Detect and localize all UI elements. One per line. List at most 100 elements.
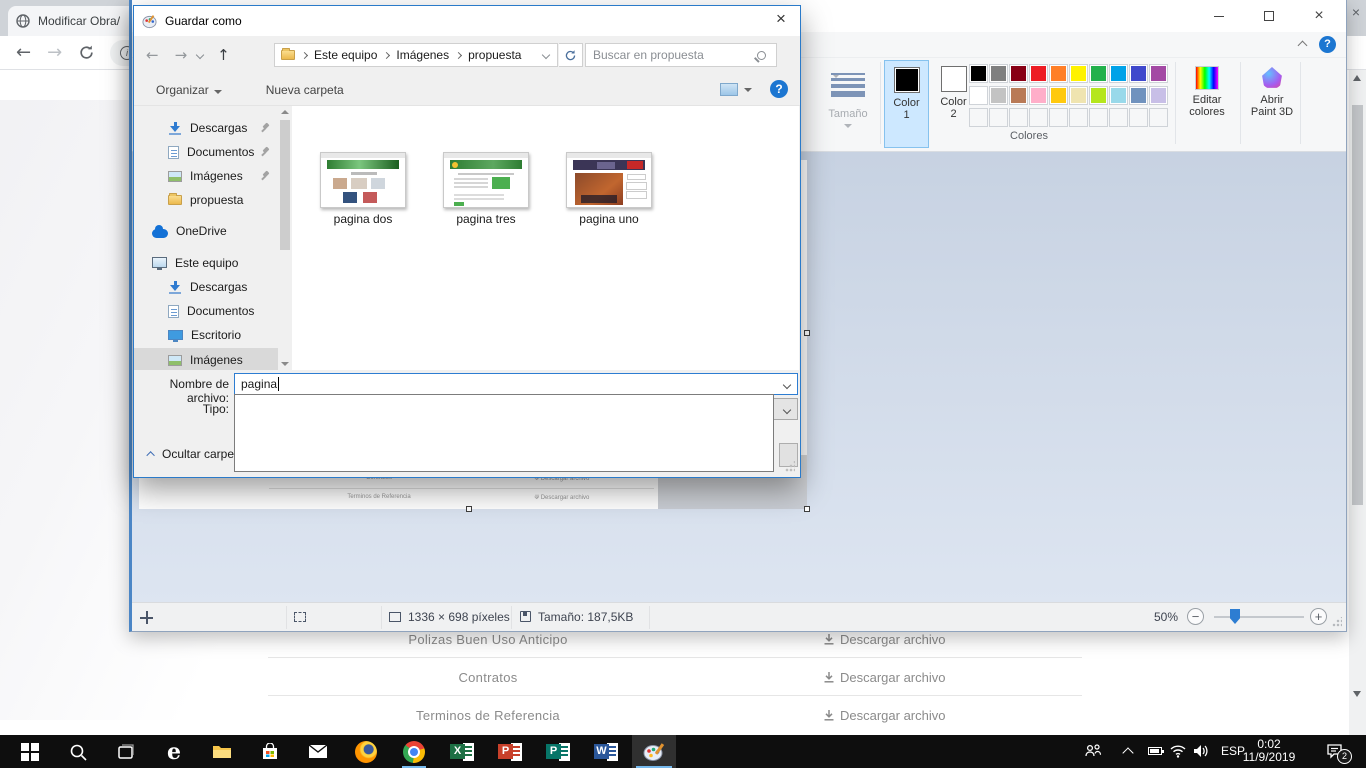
minimize-button[interactable] [1196, 0, 1242, 32]
breadcrumb-item[interactable]: Este equipo [314, 48, 377, 62]
paint-help-icon[interactable]: ? [1319, 36, 1336, 53]
filename-input[interactable]: pagina [234, 373, 798, 395]
zoom-in-button[interactable]: + [1310, 608, 1327, 625]
palette-swatch[interactable] [1089, 86, 1108, 105]
sidebar-item-propuesta[interactable]: propuesta [134, 188, 278, 212]
scrollbar-thumb[interactable] [280, 120, 290, 250]
edit-colors-button[interactable]: Editar colores [1178, 60, 1236, 148]
download-link[interactable]: Descargar archivo [823, 696, 946, 734]
palette-swatch[interactable] [969, 64, 988, 83]
window-resize-grip[interactable] [1332, 617, 1342, 627]
palette-swatch[interactable] [1029, 86, 1048, 105]
open-paint3d-button[interactable]: Abrir Paint 3D [1243, 60, 1301, 148]
palette-swatch[interactable] [989, 64, 1008, 83]
palette-swatch[interactable] [1049, 64, 1068, 83]
taskbar-button-excel[interactable]: X [440, 735, 484, 768]
taskbar-button-file-explorer[interactable] [200, 735, 244, 768]
breadcrumb-item[interactable]: Imágenes [396, 48, 449, 62]
taskbar-button-powerpoint[interactable]: P [488, 735, 532, 768]
taskbar-button-publisher[interactable]: P [536, 735, 580, 768]
palette-swatch[interactable] [1029, 64, 1048, 83]
palette-swatch[interactable] [1149, 86, 1168, 105]
search-input[interactable]: Buscar en propuesta [585, 43, 777, 67]
taskbar-button-edge[interactable]: e [152, 735, 196, 768]
canvas-resize-handle-corner[interactable] [804, 506, 810, 512]
palette-swatch-empty[interactable] [1149, 108, 1168, 127]
sidebar-scrollbar[interactable] [278, 106, 292, 370]
taskbar-button-firefox[interactable] [344, 735, 388, 768]
organize-button[interactable]: Organizar [156, 83, 222, 97]
palette-swatch[interactable] [1009, 64, 1028, 83]
taskbar-button-mail[interactable] [296, 735, 340, 768]
clock[interactable]: 0:02 11/9/2019 [1234, 738, 1304, 764]
palette-swatch-empty[interactable] [1009, 108, 1028, 127]
tray-expand-icon[interactable] [1122, 747, 1133, 758]
breadcrumb-item[interactable]: propuesta [468, 48, 521, 62]
maximize-button[interactable] [1246, 0, 1292, 32]
download-link[interactable]: Descargar archivo [823, 658, 946, 696]
sidebar-item-imágenes[interactable]: Imágenes [134, 164, 278, 188]
file-item[interactable]: pagina uno [563, 152, 655, 226]
taskbar-button-word[interactable]: W [584, 735, 628, 768]
close-button[interactable]: × [1296, 0, 1342, 32]
sidebar-item-imágenes[interactable]: Imágenes [134, 348, 278, 370]
filename-dropdown-icon[interactable] [783, 381, 791, 389]
taskbar-button-start[interactable] [8, 735, 52, 768]
file-item[interactable]: pagina tres [440, 152, 532, 226]
taskbar-button-task-view[interactable] [104, 735, 148, 768]
refresh-button[interactable] [559, 43, 583, 67]
taskbar-button-store[interactable] [248, 735, 292, 768]
browser-reload-icon[interactable] [78, 44, 95, 61]
breadcrumb[interactable]: Este equipo Imágenes propuesta [274, 43, 558, 67]
scrollbar-thumb[interactable] [1352, 105, 1363, 505]
palette-swatch[interactable] [1109, 64, 1128, 83]
up-icon[interactable]: ↑ [217, 46, 230, 64]
dialog-close-button[interactable]: × [766, 6, 796, 34]
recent-locations-icon[interactable] [196, 51, 204, 59]
page-scrollbar[interactable] [1349, 70, 1366, 735]
palette-swatch[interactable] [969, 86, 988, 105]
scroll-up-arrow-icon[interactable] [1353, 75, 1361, 81]
palette-swatch[interactable] [1009, 86, 1028, 105]
sidebar-item-descargas[interactable]: Descargas [134, 116, 278, 140]
volume-icon[interactable] [1193, 744, 1209, 758]
palette-swatch-empty[interactable] [1049, 108, 1068, 127]
palette-swatch[interactable] [1049, 86, 1068, 105]
canvas-resize-handle-right[interactable] [804, 330, 810, 336]
filename-suggestions-dropdown[interactable] [234, 394, 774, 472]
zoom-slider-thumb[interactable] [1230, 609, 1240, 624]
sidebar-item-escritorio[interactable]: Escritorio [134, 323, 278, 347]
palette-swatch-empty[interactable] [1029, 108, 1048, 127]
view-mode-button[interactable] [720, 83, 738, 96]
palette-swatch-empty[interactable] [1069, 108, 1088, 127]
address-dropdown-icon[interactable] [542, 51, 550, 59]
palette-swatch[interactable] [1129, 64, 1148, 83]
canvas-resize-handle-bottom[interactable] [466, 506, 472, 512]
palette-swatch[interactable] [1129, 86, 1148, 105]
sidebar-item-onedrive[interactable]: OneDrive [134, 219, 278, 243]
palette-swatch-empty[interactable] [1129, 108, 1148, 127]
view-mode-dropdown-icon[interactable] [744, 88, 752, 92]
back-icon[interactable]: ← [146, 46, 159, 64]
zoom-slider-track[interactable] [1214, 616, 1304, 618]
palette-swatch[interactable] [1069, 86, 1088, 105]
sidebar-item-documentos[interactable]: Documentos [134, 299, 278, 323]
palette-swatch-empty[interactable] [1089, 108, 1108, 127]
palette-swatch[interactable] [989, 86, 1008, 105]
collapse-ribbon-icon[interactable] [1298, 41, 1308, 51]
palette-swatch-empty[interactable] [969, 108, 988, 127]
sidebar-item-descargas[interactable]: Descargas [134, 275, 278, 299]
sidebar-item-documentos[interactable]: Documentos [134, 140, 278, 164]
sidebar-item-este-equipo[interactable]: Este equipo [134, 251, 278, 275]
file-item[interactable]: pagina dos [317, 152, 409, 226]
palette-swatch[interactable] [1109, 86, 1128, 105]
new-folder-button[interactable]: Nueva carpeta [266, 83, 344, 97]
taskbar-button-search[interactable] [56, 735, 100, 768]
wifi-icon[interactable] [1170, 744, 1186, 758]
chrome-close-icon[interactable]: × [1352, 4, 1360, 20]
dialog-help-icon[interactable]: ? [770, 80, 788, 98]
size-button[interactable]: Tamaño [820, 62, 876, 148]
palette-swatch[interactable] [1149, 64, 1168, 83]
taskbar-button-chrome[interactable] [392, 735, 436, 768]
battery-icon[interactable] [1148, 747, 1162, 755]
